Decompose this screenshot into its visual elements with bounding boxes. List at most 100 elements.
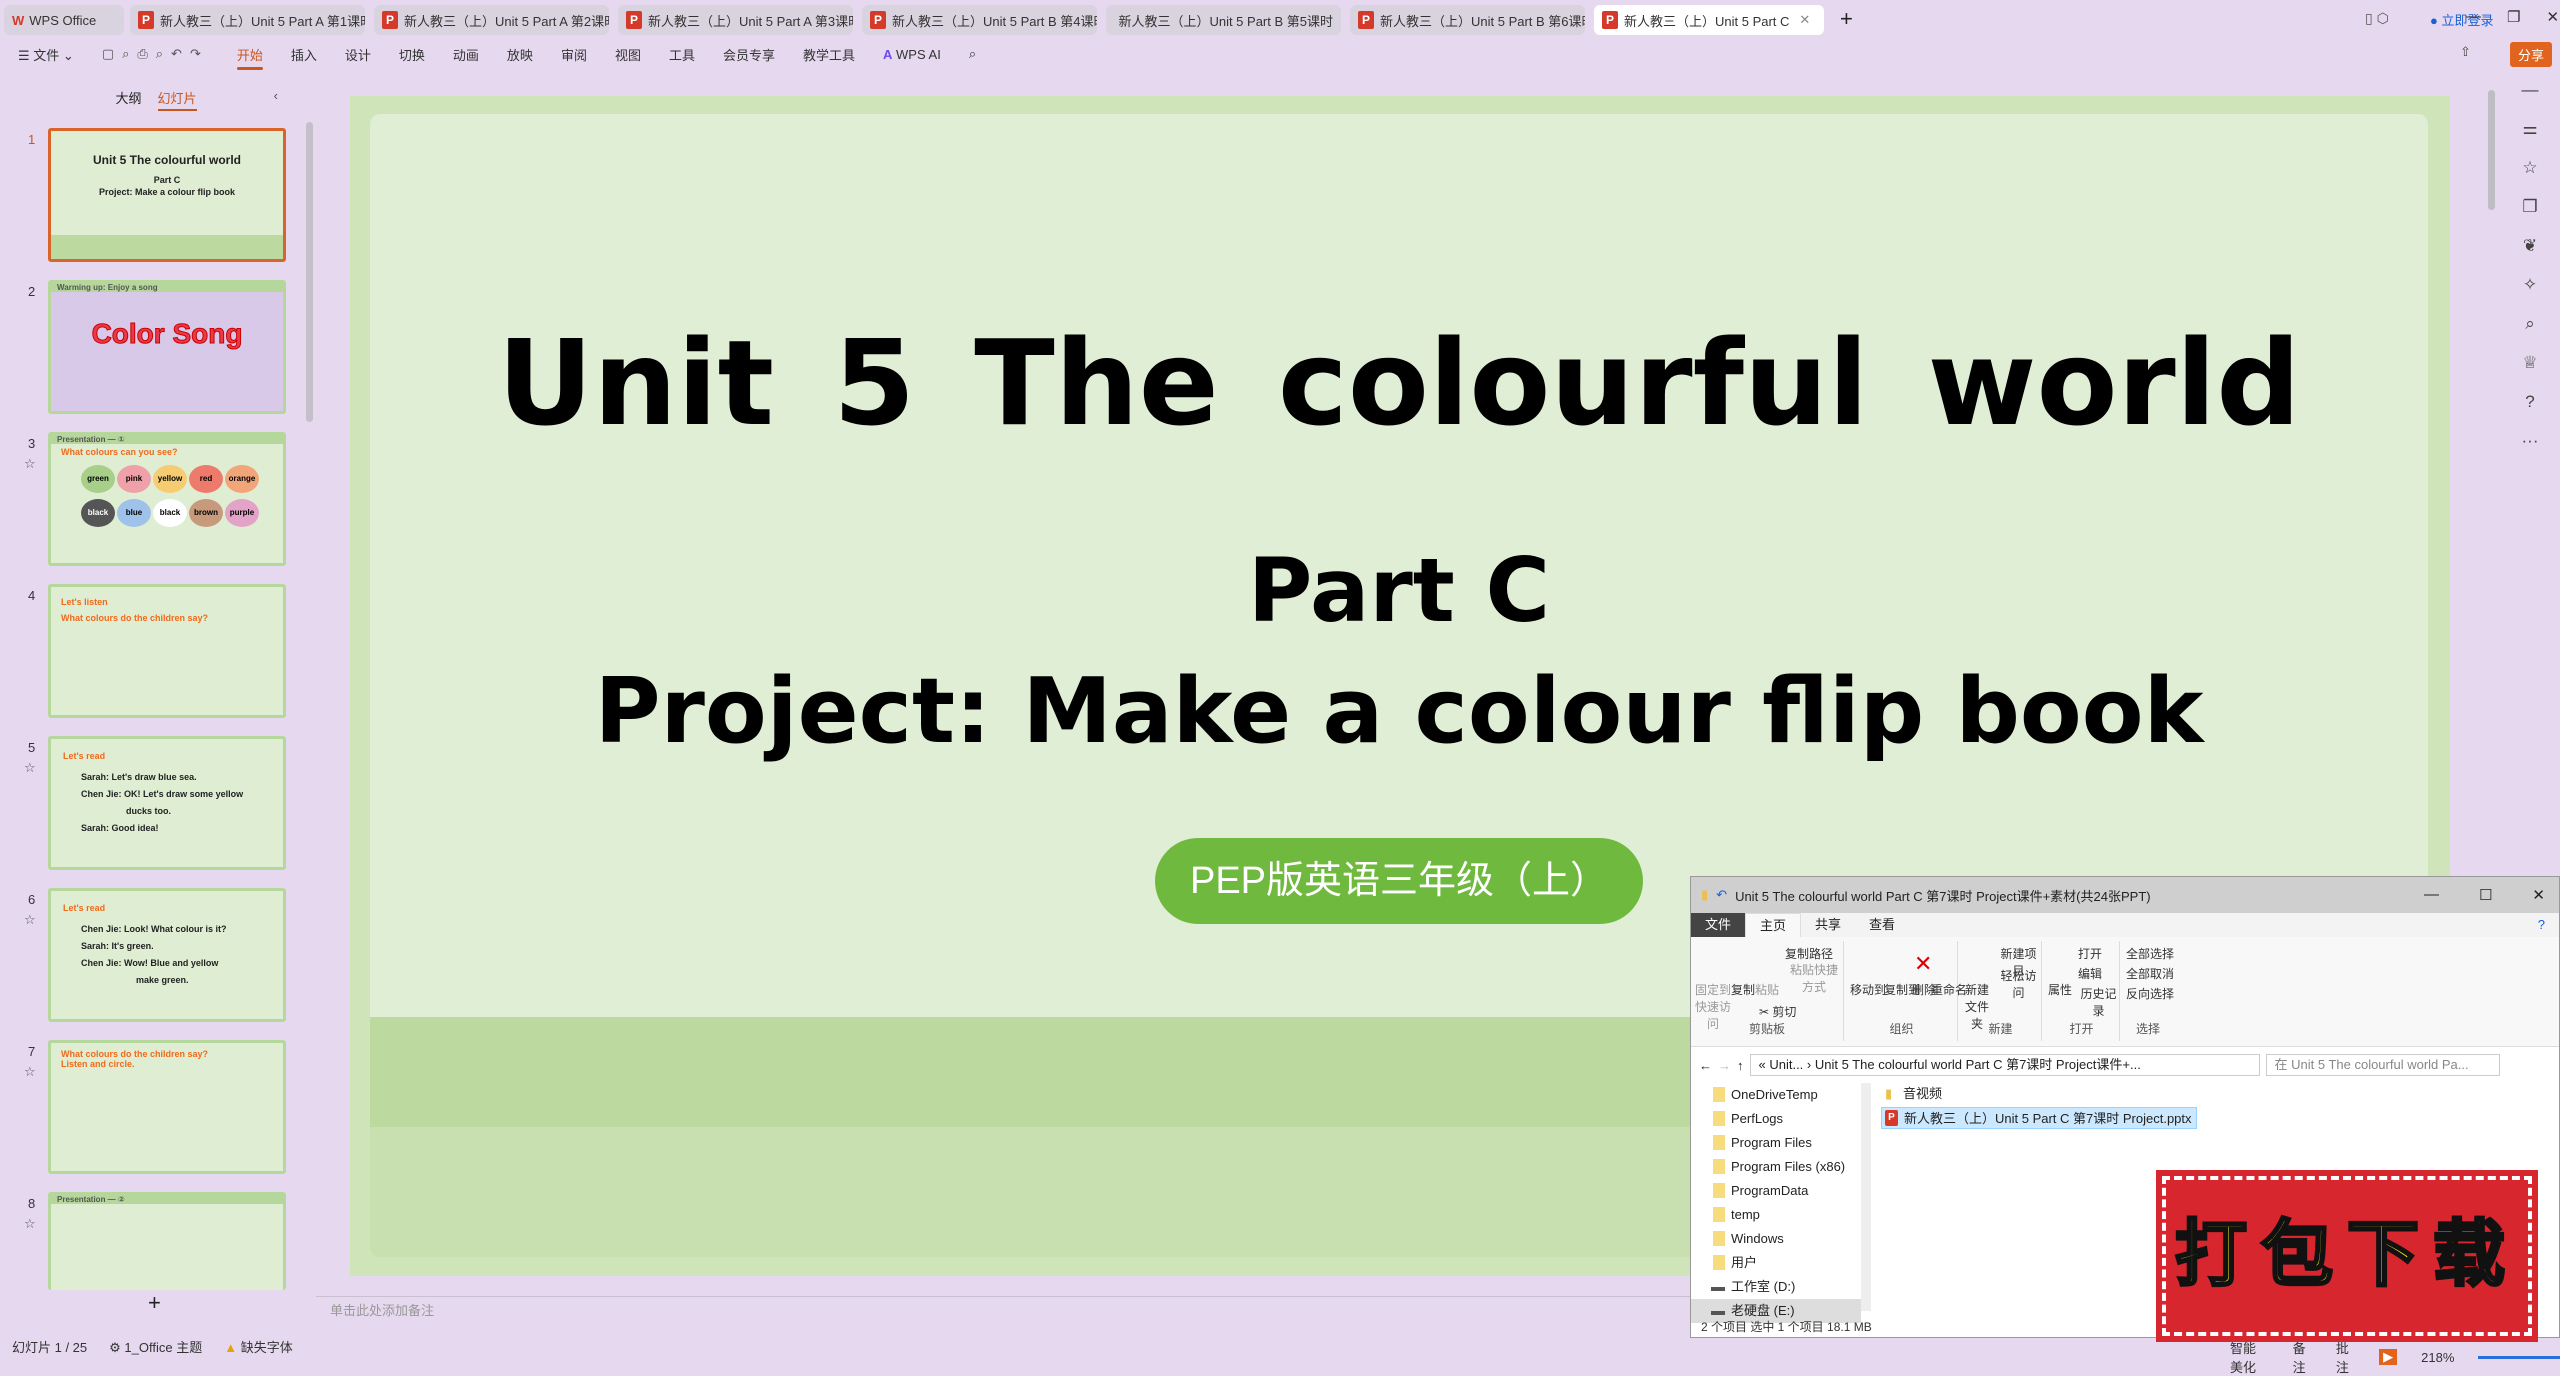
download-stamp-button[interactable]: 打包下载 xyxy=(2156,1170,2538,1342)
help-icon[interactable]: ? xyxy=(2524,913,2559,937)
tab-outline[interactable]: 大纲 xyxy=(115,91,141,106)
slide-thumb-4[interactable]: Let's listen What colours do the childre… xyxy=(48,584,286,718)
up-icon[interactable]: ↑ xyxy=(1737,1058,1744,1073)
help-icon[interactable]: ? xyxy=(2500,392,2560,431)
settings-sliders-icon[interactable]: ⚌ xyxy=(2500,119,2560,158)
copy-button[interactable]: 复制 xyxy=(1731,981,1755,998)
tab-doc-2[interactable]: P 新人教三（上）Unit 5 Part A 第2课时 xyxy=(374,5,609,35)
magic-wand-icon[interactable]: ✧ xyxy=(2500,275,2560,314)
slide-thumb-8[interactable]: Presentation — ② xyxy=(48,1192,286,1290)
new-folder-button[interactable]: 新建文件夹 xyxy=(1964,981,1990,1032)
nav-drive[interactable]: 工作室 (D:) xyxy=(1691,1275,1861,1299)
move-to-button[interactable]: 移动到 xyxy=(1850,981,1886,998)
slide-thumb-6[interactable]: Let's read Chen Jie: Look! What colour i… xyxy=(48,888,286,1022)
slide-thumb-1[interactable]: Unit 5 The colourful world Part C Projec… xyxy=(48,128,286,262)
add-slide-button[interactable]: + xyxy=(148,1290,161,1316)
restore-icon[interactable]: ❐ xyxy=(2507,8,2520,26)
tab-doc-active[interactable]: P 新人教三（上）Unit 5 Part C ✕ xyxy=(1594,5,1824,35)
book-search-icon[interactable]: ⌕ xyxy=(2500,314,2560,353)
ribbon-tab-transition[interactable]: 切换 xyxy=(399,45,425,64)
nav-item[interactable]: temp xyxy=(1691,1203,1861,1227)
ribbon-tab-slideshow[interactable]: 放映 xyxy=(507,45,533,64)
nav-item[interactable]: 用户 xyxy=(1691,1251,1861,1275)
tab-doc-4[interactable]: P 新人教三（上）Unit 5 Part B 第4课时 xyxy=(862,5,1097,35)
missing-font[interactable]: ▲ 缺失字体 xyxy=(224,1337,293,1356)
address-bar[interactable]: « Unit... › Unit 5 The colourful world P… xyxy=(1749,1054,2260,1076)
cut-button[interactable]: ✂ 剪切 xyxy=(1759,1003,1796,1020)
explorer-tab-share[interactable]: 共享 xyxy=(1801,913,1855,937)
shirt-icon[interactable]: ♕ xyxy=(2500,353,2560,392)
select-none-button[interactable]: 全部取消 xyxy=(2126,965,2174,982)
forward-icon[interactable]: → xyxy=(1718,1058,1731,1073)
tab-slides[interactable]: 幻灯片 xyxy=(157,91,197,111)
window-icon[interactable]: ▯ ⬡ xyxy=(2365,10,2389,27)
explorer-tab-file[interactable]: 文件 xyxy=(1691,913,1746,937)
beautify-button[interactable]: 智能美化 xyxy=(2230,1338,2269,1376)
ribbon-tab-tools[interactable]: 工具 xyxy=(669,45,695,64)
comment-button[interactable]: 批注 xyxy=(2336,1338,2355,1376)
properties-button[interactable]: 属性 xyxy=(2048,981,2072,998)
slide-thumb-3[interactable]: Presentation — ① What colours can you se… xyxy=(48,432,286,566)
undo-icon[interactable]: ↶ xyxy=(1716,887,1727,903)
tab-doc-1[interactable]: P 新人教三（上）Unit 5 Part A 第1课时 xyxy=(130,5,365,35)
more-icon[interactable]: ··· xyxy=(2500,431,2560,470)
ribbon-tab-teaching[interactable]: 教学工具 xyxy=(803,45,855,64)
slide-thumb-2[interactable]: Warming up: Enjoy a song Color Song xyxy=(48,280,286,414)
share-button[interactable]: 分享 xyxy=(2509,42,2552,67)
copy-slides-icon[interactable]: ❐ xyxy=(2500,197,2560,236)
search-input[interactable]: 在 Unit 5 The colourful world Pa... xyxy=(2265,1054,2500,1076)
nav-item[interactable]: PerfLogs xyxy=(1691,1107,1861,1131)
nav-item[interactable]: OneDriveTemp xyxy=(1691,1083,1861,1107)
folder-item[interactable]: ▮ 音视频 xyxy=(1881,1083,2197,1105)
copy-path-button[interactable]: 复制路径 xyxy=(1785,945,1833,962)
play-icon[interactable]: ▶ xyxy=(2379,1349,2398,1365)
ribbon-tab-animation[interactable]: 动画 xyxy=(453,45,479,64)
slide-thumb-7[interactable]: What colours do the children say? Listen… xyxy=(48,1040,286,1174)
invert-selection-button[interactable]: 反向选择 xyxy=(2126,985,2174,1002)
tab-doc-3[interactable]: P 新人教三（上）Unit 5 Part A 第3课时 xyxy=(618,5,853,35)
select-all-button[interactable]: 全部选择 xyxy=(2126,945,2174,962)
history-button[interactable]: 历史记录 xyxy=(2078,985,2119,1019)
wps-ai-button[interactable]: A WPS AI xyxy=(883,47,941,62)
nav-item[interactable]: Program Files xyxy=(1691,1131,1861,1155)
theme-icon[interactable]: ❦ xyxy=(2500,236,2560,275)
ribbon-tab-member[interactable]: 会员专享 xyxy=(723,45,775,64)
menu-file[interactable]: ☰ 文件 ⌄ xyxy=(18,45,74,64)
zoom-level[interactable]: 218% xyxy=(2421,1350,2454,1365)
edit-button[interactable]: 编辑 xyxy=(2078,965,2102,982)
close-window-icon[interactable]: ✕ xyxy=(2546,8,2559,26)
panel-scrollbar[interactable] xyxy=(306,122,313,422)
close-icon[interactable]: ✕ xyxy=(1799,12,1810,28)
easy-access-button[interactable]: 轻松访问 xyxy=(1996,967,2041,1001)
theme-label[interactable]: ⚙ 1_Office 主题 xyxy=(109,1337,202,1356)
back-icon[interactable]: ← xyxy=(1699,1058,1712,1073)
star-icon[interactable]: ☆ xyxy=(2500,158,2560,197)
ribbon-tab-home[interactable]: 开始 xyxy=(236,45,263,70)
paste-shortcut-button[interactable]: 粘贴快捷方式 xyxy=(1785,961,1843,995)
tab-wps-office[interactable]: W WPS Office xyxy=(4,5,124,35)
collapse-icon[interactable]: ‹ xyxy=(274,88,278,103)
quick-access-icons[interactable]: ▢⌕⎙⌕↶↷ xyxy=(102,46,209,62)
ribbon-tab-review[interactable]: 审阅 xyxy=(561,45,587,64)
nav-item[interactable]: ProgramData xyxy=(1691,1179,1861,1203)
cloud-icon[interactable]: ⇧ xyxy=(2460,44,2471,60)
tab-doc-5[interactable]: 新人教三（上）Unit 5 Part B 第5课时 xyxy=(1106,5,1341,35)
minimize-icon[interactable]: — xyxy=(2424,886,2439,904)
new-tab-button[interactable]: + xyxy=(1840,6,1853,32)
ribbon-tab-design[interactable]: 设计 xyxy=(345,45,371,64)
explorer-tab-view[interactable]: 查看 xyxy=(1855,913,1909,937)
slide-thumb-5[interactable]: Let's read Sarah: Let's draw blue sea. Ch… xyxy=(48,736,286,870)
open-button[interactable]: 打开 xyxy=(2078,945,2102,962)
search-icon[interactable]: ⌕ xyxy=(969,46,976,62)
nav-item[interactable]: Windows xyxy=(1691,1227,1861,1251)
slide-scrollbar[interactable] xyxy=(2488,90,2495,210)
paste-button[interactable]: 粘贴 xyxy=(1755,981,1779,998)
minimize-icon[interactable]: — xyxy=(2466,8,2481,26)
ribbon-tab-view[interactable]: 视图 xyxy=(615,45,641,64)
ribbon-tab-insert[interactable]: 插入 xyxy=(291,45,317,64)
minus-icon[interactable]: — xyxy=(2500,80,2560,119)
pin-button[interactable]: 固定到快速访问 xyxy=(1695,981,1731,1032)
explorer-tab-home[interactable]: 主页 xyxy=(1745,913,1802,937)
nav-scrollbar[interactable] xyxy=(1861,1083,1871,1311)
maximize-icon[interactable]: ☐ xyxy=(2479,886,2492,904)
